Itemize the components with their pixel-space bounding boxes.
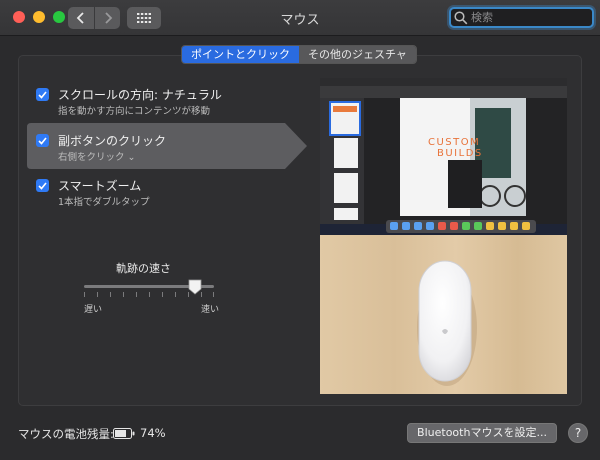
zoom-button[interactable] [53, 11, 65, 23]
tab-bar: ポイントとクリック その他のジェスチャ [181, 45, 417, 64]
minimize-button[interactable] [33, 11, 45, 23]
gesture-preview: CUSTOM BUILDS [320, 78, 567, 394]
checkmark-icon [38, 90, 47, 99]
help-button[interactable]: ? [568, 423, 588, 443]
magazine-title-2: BUILDS [437, 148, 483, 159]
battery-icon [113, 428, 135, 439]
search-field[interactable] [449, 7, 594, 28]
search-icon [454, 11, 468, 25]
grid-icon [137, 13, 151, 23]
chevron-right-icon [104, 12, 112, 24]
magazine-title-1: CUSTOM [428, 137, 480, 148]
setup-bluetooth-mouse-button[interactable]: Bluetoothマウスを設定... [407, 423, 557, 443]
search-input[interactable] [471, 10, 586, 25]
forward-button[interactable] [94, 7, 120, 29]
slider-thumb[interactable] [188, 279, 202, 295]
tab-more-gestures[interactable]: その他のジェスチャ [299, 46, 416, 63]
checkmark-icon [38, 136, 47, 145]
chevron-left-icon [76, 12, 84, 24]
slow-label: 遅い [84, 305, 103, 315]
fast-label: 速い [201, 305, 220, 315]
magic-mouse-image [417, 260, 477, 386]
preview-screen: CUSTOM BUILDS [320, 78, 567, 235]
option-title: スマートズーム [58, 179, 142, 193]
option-subtitle: 指を動かす方向にコンテンツが移動 [58, 106, 211, 117]
tab-point-and-click[interactable]: ポイントとクリック [182, 46, 299, 63]
back-button[interactable] [68, 7, 94, 29]
secondary-click-popup[interactable]: 右側をクリック ⌄ [58, 149, 135, 163]
checkmark-icon [38, 181, 47, 190]
secondary-click-checkbox[interactable] [36, 134, 49, 147]
scroll-direction-checkbox[interactable] [36, 88, 49, 101]
smart-zoom-checkbox[interactable] [36, 179, 49, 192]
option-title: スクロールの方向: ナチュラル [58, 88, 222, 102]
preview-screen-illustration: CUSTOM BUILDS [320, 78, 567, 233]
battery-label: マウスの電池残量: [18, 427, 114, 441]
option-subtitle: 1本指でダブルタップ [58, 197, 150, 208]
option-title: 副ボタンのクリック [58, 134, 167, 148]
desk-surface [320, 235, 567, 394]
tracking-speed-label: 軌跡の速さ [116, 262, 171, 275]
navigation-buttons [68, 7, 120, 29]
window-title: マウス [280, 13, 320, 28]
title-bar: マウス [0, 0, 600, 36]
battery-percent: 74% [140, 426, 166, 440]
close-button[interactable] [13, 11, 25, 23]
show-all-button[interactable] [127, 7, 161, 29]
